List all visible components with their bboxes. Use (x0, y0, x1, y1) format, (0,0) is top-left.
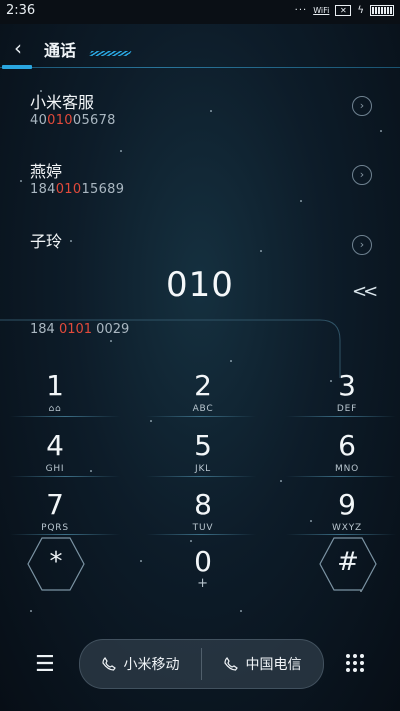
phone-sim2-icon (223, 657, 238, 671)
contact-name: 小米客服 (30, 93, 95, 112)
contact-number: 4001005678 (30, 113, 116, 128)
dialpad-grid-icon[interactable] (346, 654, 364, 672)
key-4[interactable]: 4 GHI (5, 430, 105, 490)
contact-name: 燕婷 (30, 162, 63, 181)
app-header: ‹ 通话 (0, 24, 400, 74)
status-icons: ··· WiFi ✕ ϟ (295, 5, 394, 16)
battery-icon (370, 5, 394, 16)
contact-number: 18401015689 (30, 182, 125, 197)
call-sim1-button[interactable]: 小米移动 (80, 640, 201, 688)
key-divider (286, 476, 396, 477)
key-3[interactable]: 3 DEF (297, 370, 397, 430)
key-divider (10, 416, 120, 417)
key-star[interactable]: * (27, 537, 85, 591)
key-divider (10, 534, 120, 535)
key-1[interactable]: 1 ⌂⌂ (5, 370, 105, 430)
contact-name: 子玲 (30, 232, 63, 251)
key-divider (146, 534, 256, 535)
sim2-label: 中国电信 (245, 657, 302, 673)
chevron-right-icon[interactable]: › (352, 165, 372, 185)
key-divider (286, 416, 396, 417)
key-divider (10, 476, 120, 477)
dialed-number: 010 (166, 265, 234, 305)
key-divider (146, 416, 256, 417)
chevron-right-icon[interactable]: › (352, 96, 372, 116)
status-bar: 2:36 ··· WiFi ✕ ϟ (0, 0, 400, 24)
wifi-icon: WiFi (313, 6, 330, 15)
charging-icon: ϟ (357, 5, 364, 16)
key-8[interactable]: 8 TUV (153, 489, 253, 549)
call-sim2-button[interactable]: 中国电信 (202, 640, 323, 688)
key-divider (286, 534, 396, 535)
phone-icon (101, 657, 116, 671)
key-5[interactable]: 5 JKL (153, 430, 253, 490)
page-title: 通话 (44, 41, 77, 60)
header-divider (0, 67, 400, 68)
dots-icon: ··· (294, 5, 308, 16)
chevron-right-icon[interactable]: › (352, 235, 372, 255)
call-buttons: 小米移动 中国电信 (79, 639, 324, 689)
key-divider (146, 476, 256, 477)
contact-row[interactable]: 燕婷 18401015689 › (0, 158, 400, 218)
key-hash[interactable]: # (319, 537, 377, 591)
menu-icon[interactable]: ☰ (35, 652, 55, 677)
voicemail-icon: ⌂⌂ (48, 404, 62, 414)
sim1-label: 小米移动 (123, 657, 180, 673)
key-0[interactable]: 0 + (153, 546, 253, 606)
suggested-number[interactable]: 184 0101 0029 (30, 322, 129, 337)
contact-row[interactable]: 小米客服 4001005678 › (0, 89, 400, 149)
header-decoration (88, 51, 132, 56)
chevron-left-icon[interactable]: ‹ (14, 36, 22, 60)
key-2[interactable]: 2 ABC (153, 370, 253, 430)
key-6[interactable]: 6 MNO (297, 430, 397, 490)
status-time: 2:36 (6, 3, 36, 18)
sim-off-icon: ✕ (335, 5, 352, 16)
backspace-icon[interactable]: << (352, 281, 378, 302)
header-accent (2, 65, 32, 69)
